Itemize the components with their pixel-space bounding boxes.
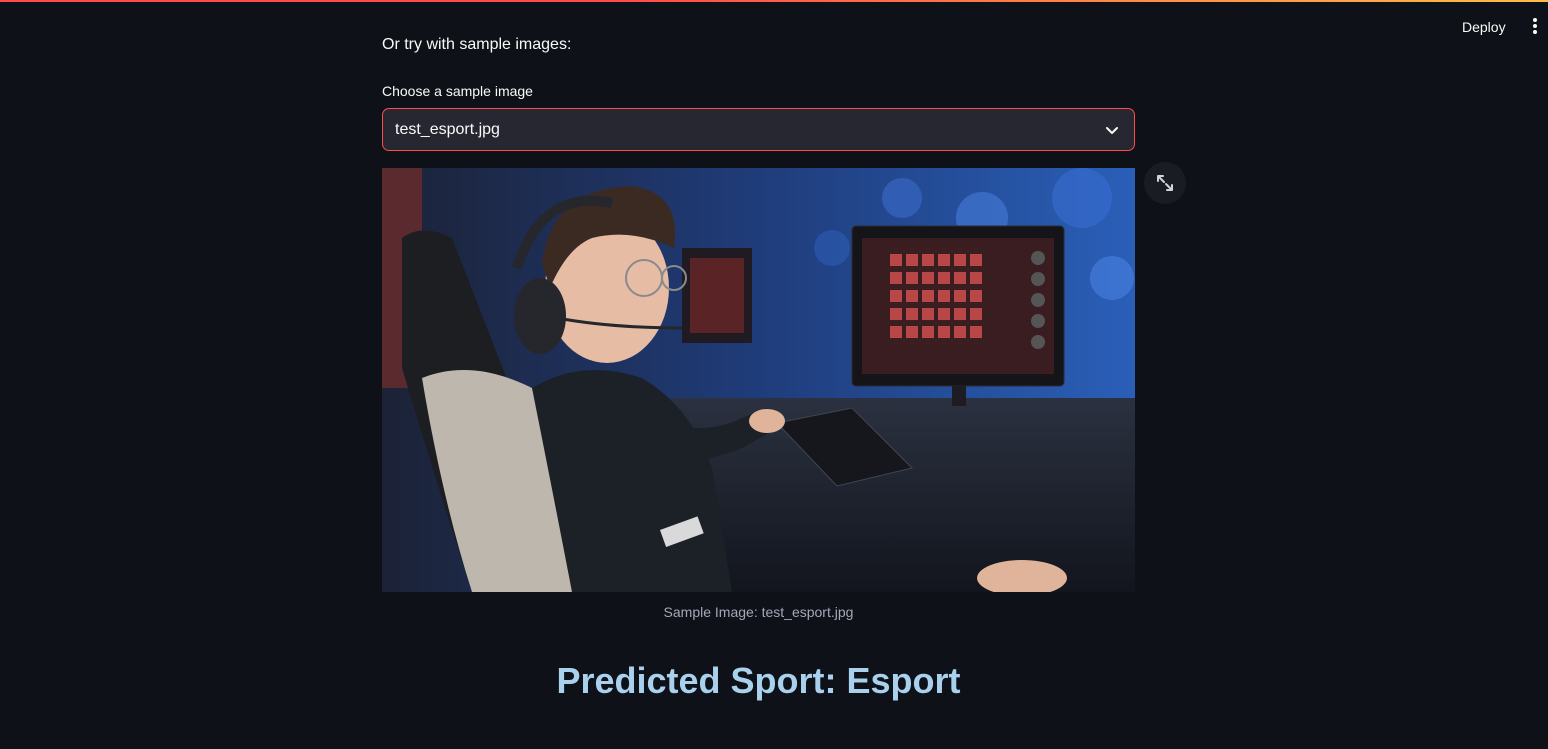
sample-image xyxy=(382,168,1135,592)
image-caption: Sample Image: test_esport.jpg xyxy=(663,604,854,620)
esport-photo xyxy=(382,168,1135,592)
prediction-heading: Predicted Sport: Esport xyxy=(556,660,961,701)
vertical-ellipsis-icon[interactable] xyxy=(1527,16,1543,36)
sample-select-value: test_esport.jpg xyxy=(395,121,500,138)
deploy-button[interactable]: Deploy xyxy=(1450,14,1518,40)
chevron-down-icon xyxy=(1106,127,1118,134)
intro-text: Or try with sample images: xyxy=(382,36,572,53)
fullscreen-button[interactable] xyxy=(1144,162,1186,204)
app-header: Deploy xyxy=(0,2,1548,50)
sample-select-label: Choose a sample image xyxy=(382,83,533,99)
sample-image-select[interactable]: test_esport.jpg xyxy=(382,108,1135,151)
fullscreen-icon xyxy=(1157,175,1173,191)
